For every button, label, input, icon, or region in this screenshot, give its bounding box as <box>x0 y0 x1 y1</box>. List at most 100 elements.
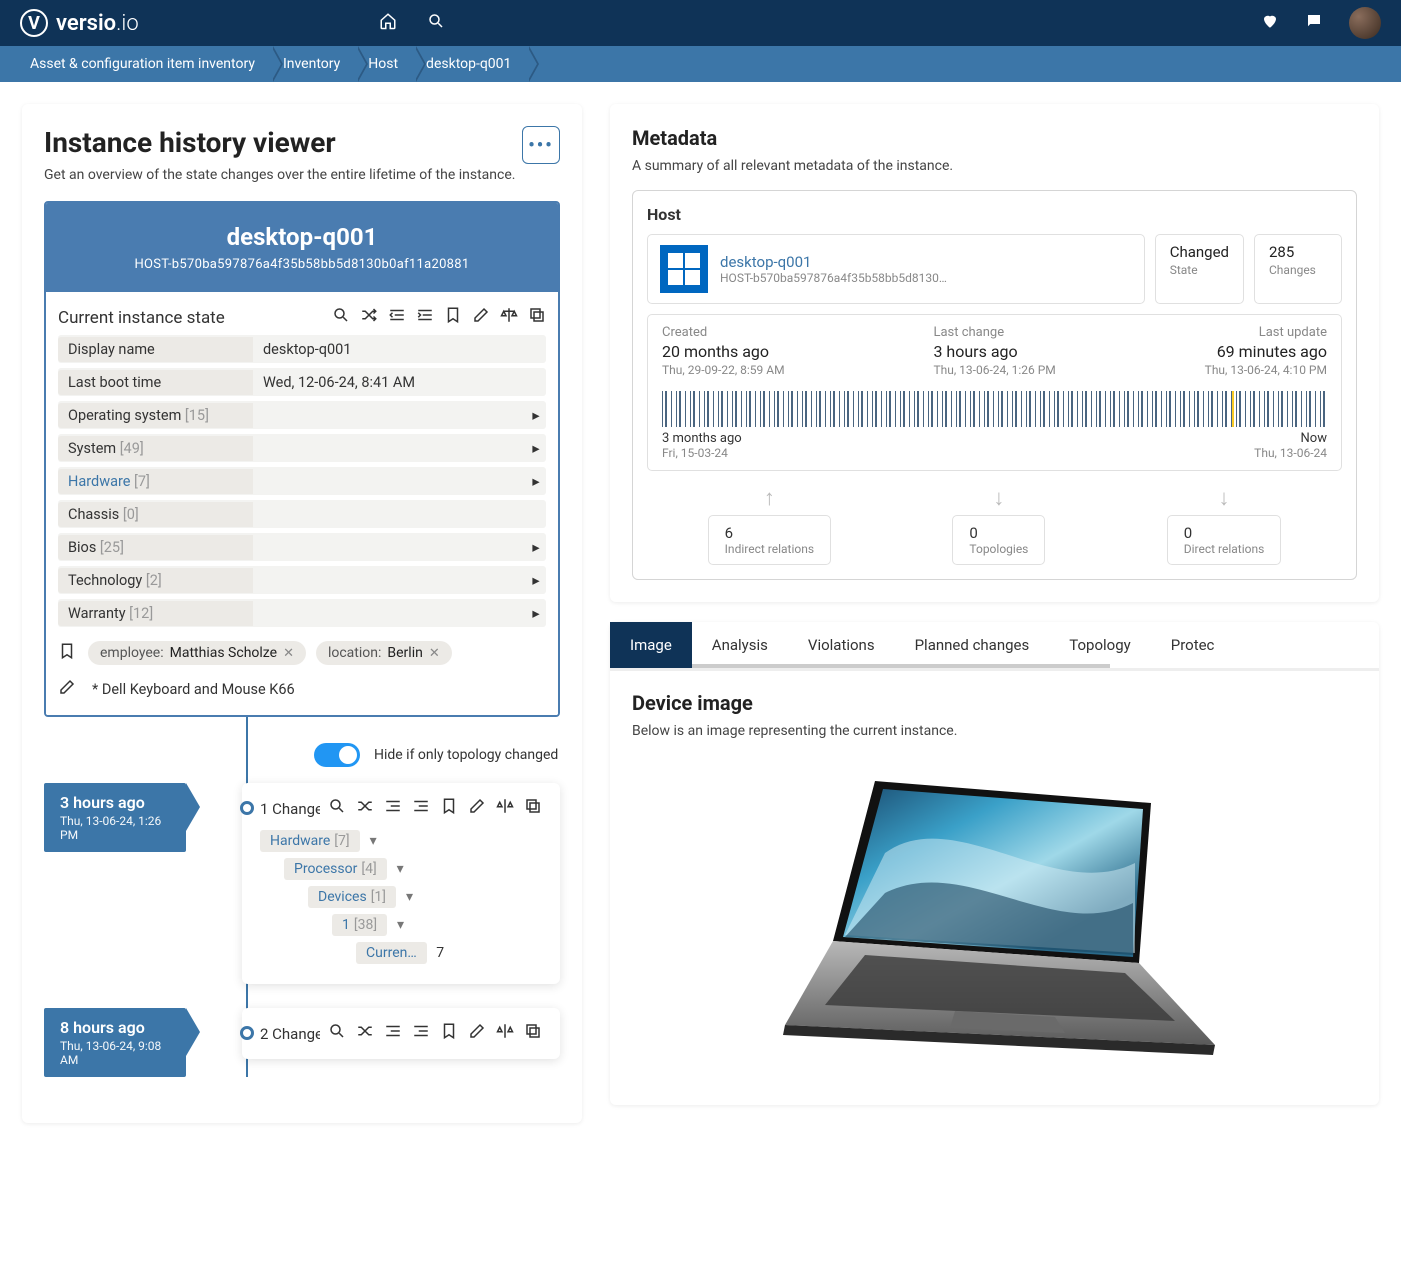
property-row: Chassis [0] <box>58 500 546 528</box>
logo[interactable]: V versio.io <box>20 9 139 37</box>
expand-caret-icon[interactable]: ▸ <box>526 473 546 490</box>
tab-protec[interactable]: Protec <box>1151 622 1235 668</box>
indent-decrease-icon[interactable] <box>384 797 402 820</box>
tree-node[interactable]: Curren… 7 <box>356 942 542 964</box>
edit-icon[interactable] <box>472 306 490 329</box>
tree-node[interactable]: Processor [4] ▾ <box>284 858 542 880</box>
property-value: Wed, 12-06-24, 8:41 AM <box>253 370 526 395</box>
copy-icon[interactable] <box>528 306 546 329</box>
change-count: 1 Change <box>260 800 320 818</box>
property-row[interactable]: Hardware [7]▸ <box>58 467 546 495</box>
tag[interactable]: employee:Matthias Scholze ✕ <box>88 641 306 665</box>
shuffle-icon[interactable] <box>360 306 378 329</box>
instance-card: desktop-q001 HOST-b570ba597876a4f35b58bb… <box>44 201 560 717</box>
host-label: Host <box>647 205 1342 224</box>
top-nav: V versio.io <box>0 0 1401 46</box>
indent-decrease-icon[interactable] <box>384 1022 402 1045</box>
expand-caret-icon[interactable]: ▸ <box>526 605 546 622</box>
instance-id: HOST-b570ba597876a4f35b58bb5d8130b0af11a… <box>58 257 546 272</box>
user-avatar[interactable] <box>1349 7 1381 39</box>
property-label: Technology [2] <box>58 568 253 593</box>
remove-tag-icon[interactable]: ✕ <box>283 646 294 661</box>
balance-icon[interactable] <box>496 797 514 820</box>
note-icon <box>58 677 76 701</box>
timeline-card: 1 Change Hardware [7] ▾ Processor [4] ▾ … <box>242 783 560 984</box>
expand-caret-icon[interactable]: ▸ <box>526 572 546 589</box>
copy-icon[interactable] <box>524 797 542 820</box>
search-icon[interactable] <box>328 1022 346 1045</box>
tab-analysis[interactable]: Analysis <box>692 622 788 668</box>
more-button[interactable]: ••• <box>522 126 560 164</box>
remove-tag-icon[interactable]: ✕ <box>429 646 440 661</box>
tab-violations[interactable]: Violations <box>788 622 895 668</box>
property-row: Last boot timeWed, 12-06-24, 8:41 AM <box>58 368 546 396</box>
timeline-item: 8 hours ago Thu, 13-06-24, 9:08 AM 2 Cha… <box>44 1008 560 1077</box>
breadcrumb-item[interactable]: desktop-q001 <box>416 46 529 82</box>
indent-increase-icon[interactable] <box>412 1022 430 1045</box>
tab-image[interactable]: Image <box>610 622 692 668</box>
bookmark-icon[interactable] <box>444 306 462 329</box>
tree-node[interactable]: 1 [38] ▾ <box>332 914 542 936</box>
barcode-right-now: Now <box>1254 431 1327 446</box>
relation-item[interactable]: ↓ 0Topologies <box>952 485 1045 565</box>
indent-increase-icon[interactable] <box>416 306 434 329</box>
shuffle-icon[interactable] <box>356 1022 374 1045</box>
heartbeat-icon[interactable] <box>1261 12 1279 35</box>
bookmark-icon[interactable] <box>440 1022 458 1045</box>
tab-topology[interactable]: Topology <box>1049 622 1150 668</box>
toggle-label: Hide if only topology changed <box>374 747 558 763</box>
hide-topology-toggle[interactable] <box>314 743 360 767</box>
expand-caret-icon[interactable]: ▸ <box>526 407 546 424</box>
search-icon[interactable] <box>427 12 445 35</box>
relation-item[interactable]: ↑ 6Indirect relations <box>708 485 831 565</box>
copy-icon[interactable] <box>524 1022 542 1045</box>
relation-item[interactable]: ↓ 0Direct relations <box>1167 485 1282 565</box>
metadata-title: Metadata <box>632 126 1357 150</box>
property-row: Display namedesktop-q001 <box>58 335 546 363</box>
search-icon[interactable] <box>328 797 346 820</box>
barcode-right-date: Thu, 13-06-24 <box>1254 446 1327 460</box>
breadcrumb: Asset & configuration item inventory Inv… <box>0 46 1401 82</box>
property-label: Warranty [12] <box>58 601 253 626</box>
chevron-down-icon[interactable]: ▾ <box>366 833 381 849</box>
search-icon[interactable] <box>332 306 350 329</box>
chat-icon[interactable] <box>1305 12 1323 35</box>
chevron-down-icon[interactable]: ▾ <box>393 861 408 877</box>
timeline-badge[interactable]: 3 hours ago Thu, 13-06-24, 1:26 PM <box>44 783 186 852</box>
tree-node[interactable]: Devices [1] ▾ <box>308 886 542 908</box>
edit-icon[interactable] <box>468 1022 486 1045</box>
expand-caret-icon[interactable]: ▸ <box>526 539 546 556</box>
balance-icon[interactable] <box>500 306 518 329</box>
breadcrumb-item[interactable]: Inventory <box>273 46 358 82</box>
bookmark-icon[interactable] <box>440 797 458 820</box>
host-name: desktop-q001 <box>720 253 947 271</box>
property-row[interactable]: Bios [25]▸ <box>58 533 546 561</box>
property-row[interactable]: System [49]▸ <box>58 434 546 462</box>
indent-decrease-icon[interactable] <box>388 306 406 329</box>
indent-increase-icon[interactable] <box>412 797 430 820</box>
timeline-badge[interactable]: 8 hours ago Thu, 13-06-24, 9:08 AM <box>44 1008 186 1077</box>
property-row[interactable]: Warranty [12] ▸ <box>58 599 546 627</box>
balance-icon[interactable] <box>496 1022 514 1045</box>
chevron-down-icon[interactable]: ▾ <box>402 889 417 905</box>
property-value <box>253 609 526 617</box>
shuffle-icon[interactable] <box>356 797 374 820</box>
expand-caret-icon[interactable]: ▸ <box>526 440 546 457</box>
property-label: Operating system [15] <box>58 403 253 428</box>
chevron-down-icon[interactable]: ▾ <box>393 917 408 933</box>
home-icon[interactable] <box>379 12 397 35</box>
tab-planned-changes[interactable]: Planned changes <box>895 622 1050 668</box>
tree-node[interactable]: Hardware [7] ▾ <box>260 830 542 852</box>
detail-tabs: ImageAnalysisViolationsPlanned changesTo… <box>610 622 1379 671</box>
property-row[interactable]: Operating system [15] ▸ <box>58 401 546 429</box>
tag[interactable]: location:Berlin ✕ <box>316 641 452 665</box>
property-row[interactable]: Technology [2] ▸ <box>58 566 546 594</box>
property-value: desktop-q001 <box>253 337 526 362</box>
host-box[interactable]: desktop-q001 HOST-b570ba597876a4f35b58bb… <box>647 234 1145 304</box>
timeline: Hide if only topology changed 3 hours ag… <box>44 717 560 1077</box>
change-barcode[interactable] <box>662 391 1327 427</box>
lastupdate-col: Last update 69 minutes ago Thu, 13-06-24… <box>1205 325 1327 377</box>
lastchange-col: Last change 3 hours ago Thu, 13-06-24, 1… <box>933 325 1055 377</box>
breadcrumb-item[interactable]: Asset & configuration item inventory <box>20 46 273 82</box>
edit-icon[interactable] <box>468 797 486 820</box>
